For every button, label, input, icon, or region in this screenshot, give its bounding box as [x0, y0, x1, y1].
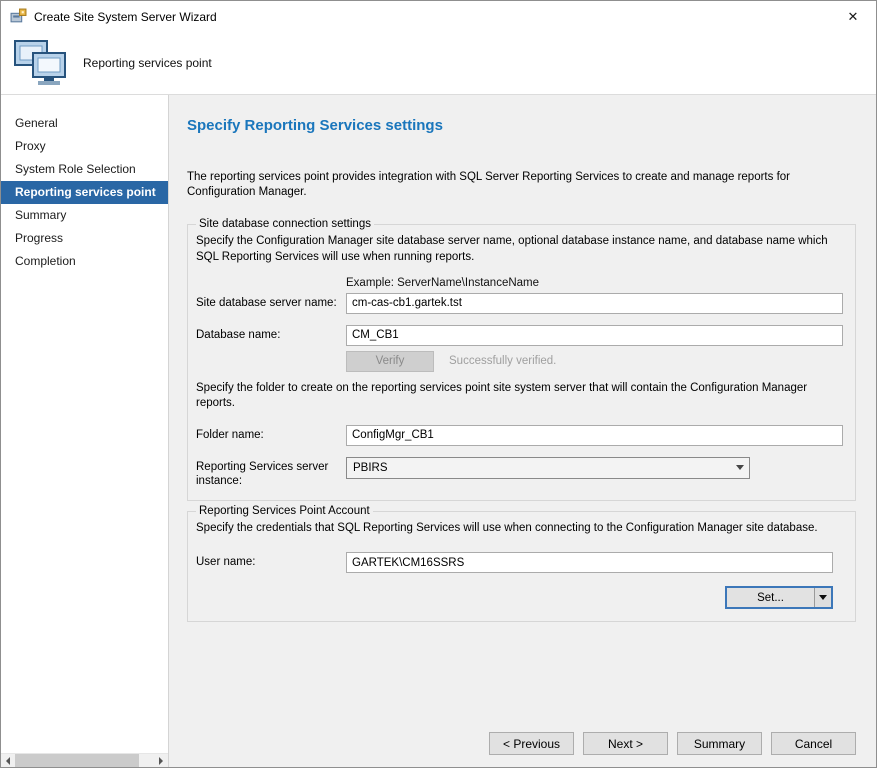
wizard-page-name: Reporting services point — [83, 56, 212, 70]
reporting-services-account-groupbox-title: Reporting Services Point Account — [196, 505, 373, 517]
reporting-services-point-icon — [13, 39, 69, 87]
folder-name-label: Folder name: — [196, 425, 346, 446]
server-name-example-text: Example: ServerName\InstanceName — [346, 277, 539, 289]
next-button[interactable]: Next > — [583, 732, 668, 755]
verify-status-text: Successfully verified. — [449, 355, 556, 367]
site-database-connection-groupbox-title: Site database connection settings — [196, 218, 374, 230]
database-name-label: Database name: — [196, 325, 346, 346]
sidebar-horizontal-scrollbar[interactable] — [1, 753, 168, 767]
close-icon: ✕ — [848, 9, 859, 25]
site-database-server-name-input[interactable] — [346, 293, 843, 314]
page-intro-text: The reporting services point provides in… — [187, 170, 856, 200]
wizard-body: General Proxy System Role Selection Repo… — [1, 95, 876, 767]
wizard-header: Reporting services point — [1, 32, 876, 95]
previous-button[interactable]: < Previous — [489, 732, 574, 755]
caret-down-icon — [819, 595, 827, 600]
sidebar-item-proxy[interactable]: Proxy — [1, 135, 168, 158]
window-title: Create Site System Server Wizard — [34, 10, 217, 24]
account-description: Specify the credentials that SQL Reporti… — [196, 521, 843, 536]
wizard-window: Create Site System Server Wizard ✕ Repor… — [0, 0, 877, 768]
username-input[interactable] — [346, 552, 833, 573]
database-name-row: Database name: — [196, 325, 843, 346]
sidebar-item-general[interactable]: General — [1, 112, 168, 135]
username-row: User name: — [196, 552, 843, 573]
example-row: Example: ServerName\InstanceName — [196, 277, 843, 289]
verify-button[interactable]: Verify — [346, 351, 434, 372]
app-icon — [10, 8, 27, 25]
username-label: User name: — [196, 552, 346, 573]
set-button-row: Set... — [196, 586, 833, 609]
folder-name-row: Folder name: — [196, 425, 843, 446]
instance-row: Reporting Services server instance: PBIR… — [196, 457, 843, 489]
wizard-main-pane: Specify Reporting Services settings The … — [169, 95, 876, 767]
sidebar-item-system-role-selection[interactable]: System Role Selection — [1, 158, 168, 181]
cancel-button[interactable]: Cancel — [771, 732, 856, 755]
folder-description: Specify the folder to create on the repo… — [196, 381, 843, 411]
site-database-description: Specify the Configuration Manager site d… — [196, 234, 843, 264]
site-database-connection-groupbox: Site database connection settings Specif… — [187, 218, 856, 501]
combo-arrow-zone — [730, 458, 749, 478]
sidebar-item-summary[interactable]: Summary — [1, 204, 168, 227]
arrow-right-icon — [159, 757, 163, 765]
sidebar-item-completion[interactable]: Completion — [1, 250, 168, 273]
close-button[interactable]: ✕ — [830, 1, 876, 32]
sidebar-item-progress[interactable]: Progress — [1, 227, 168, 250]
reporting-services-instance-select[interactable]: PBIRS — [346, 457, 750, 479]
sidebar-item-reporting-services-point[interactable]: Reporting services point — [1, 181, 168, 204]
scrollbar-thumb[interactable] — [15, 754, 139, 767]
reporting-services-account-groupbox: Reporting Services Point Account Specify… — [187, 505, 856, 622]
server-name-row: Site database server name: — [196, 293, 843, 314]
set-button-label: Set... — [727, 588, 814, 607]
scroll-left-button[interactable] — [1, 754, 15, 767]
scroll-right-button[interactable] — [154, 754, 168, 767]
summary-button[interactable]: Summary — [677, 732, 762, 755]
folder-name-input[interactable] — [346, 425, 843, 446]
wizard-footer: < Previous Next > Summary Cancel — [187, 722, 856, 755]
server-name-label: Site database server name: — [196, 293, 346, 314]
scrollbar-track[interactable] — [139, 754, 154, 767]
chevron-down-icon — [736, 465, 744, 470]
set-button[interactable]: Set... — [725, 586, 833, 609]
instance-selected-value: PBIRS — [353, 462, 730, 474]
set-button-dropdown[interactable] — [814, 588, 831, 607]
instance-label: Reporting Services server instance: — [196, 457, 346, 489]
verify-row: Verify Successfully verified. — [196, 351, 843, 372]
page-title: Specify Reporting Services settings — [187, 117, 856, 134]
arrow-left-icon — [6, 757, 10, 765]
database-name-input[interactable] — [346, 325, 843, 346]
wizard-step-sidebar: General Proxy System Role Selection Repo… — [1, 95, 169, 767]
titlebar: Create Site System Server Wizard ✕ — [1, 1, 876, 32]
